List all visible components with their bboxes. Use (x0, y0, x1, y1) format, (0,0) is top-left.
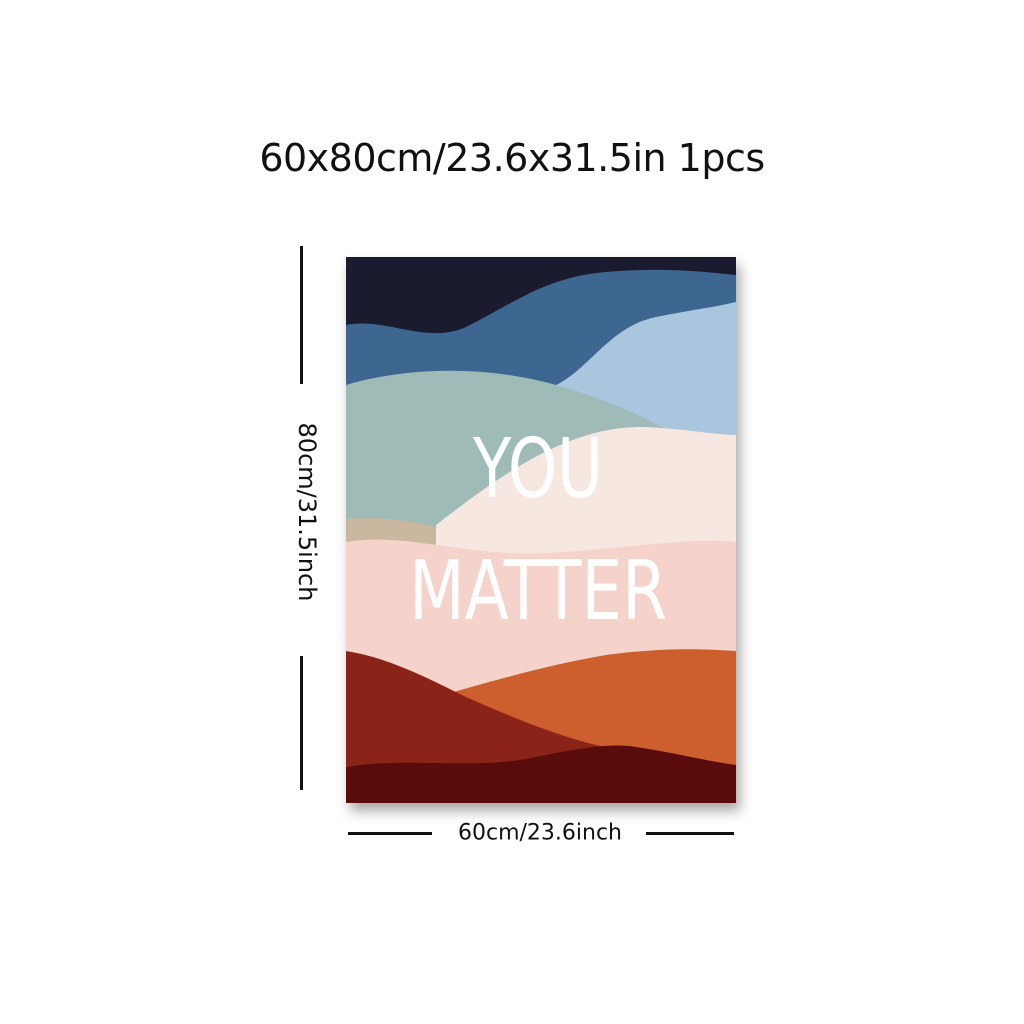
poster-text-you: YOU (472, 422, 603, 517)
height-dimension-line-bottom (300, 656, 303, 790)
poster-canvas: YOU MATTER (346, 257, 736, 803)
size-caption: 60x80cm/23.6x31.5in 1pcs (259, 136, 765, 180)
width-dimension-line-right (646, 832, 734, 835)
poster-artwork: YOU MATTER (346, 257, 736, 803)
width-dimension-label: 60cm/23.6inch (457, 820, 623, 846)
height-dimension-line-top (300, 246, 303, 384)
poster-text-matter: MATTER (409, 544, 667, 639)
height-dimension-label: 80cm/31.5inch (293, 422, 321, 602)
width-dimension-line-left (348, 832, 432, 835)
